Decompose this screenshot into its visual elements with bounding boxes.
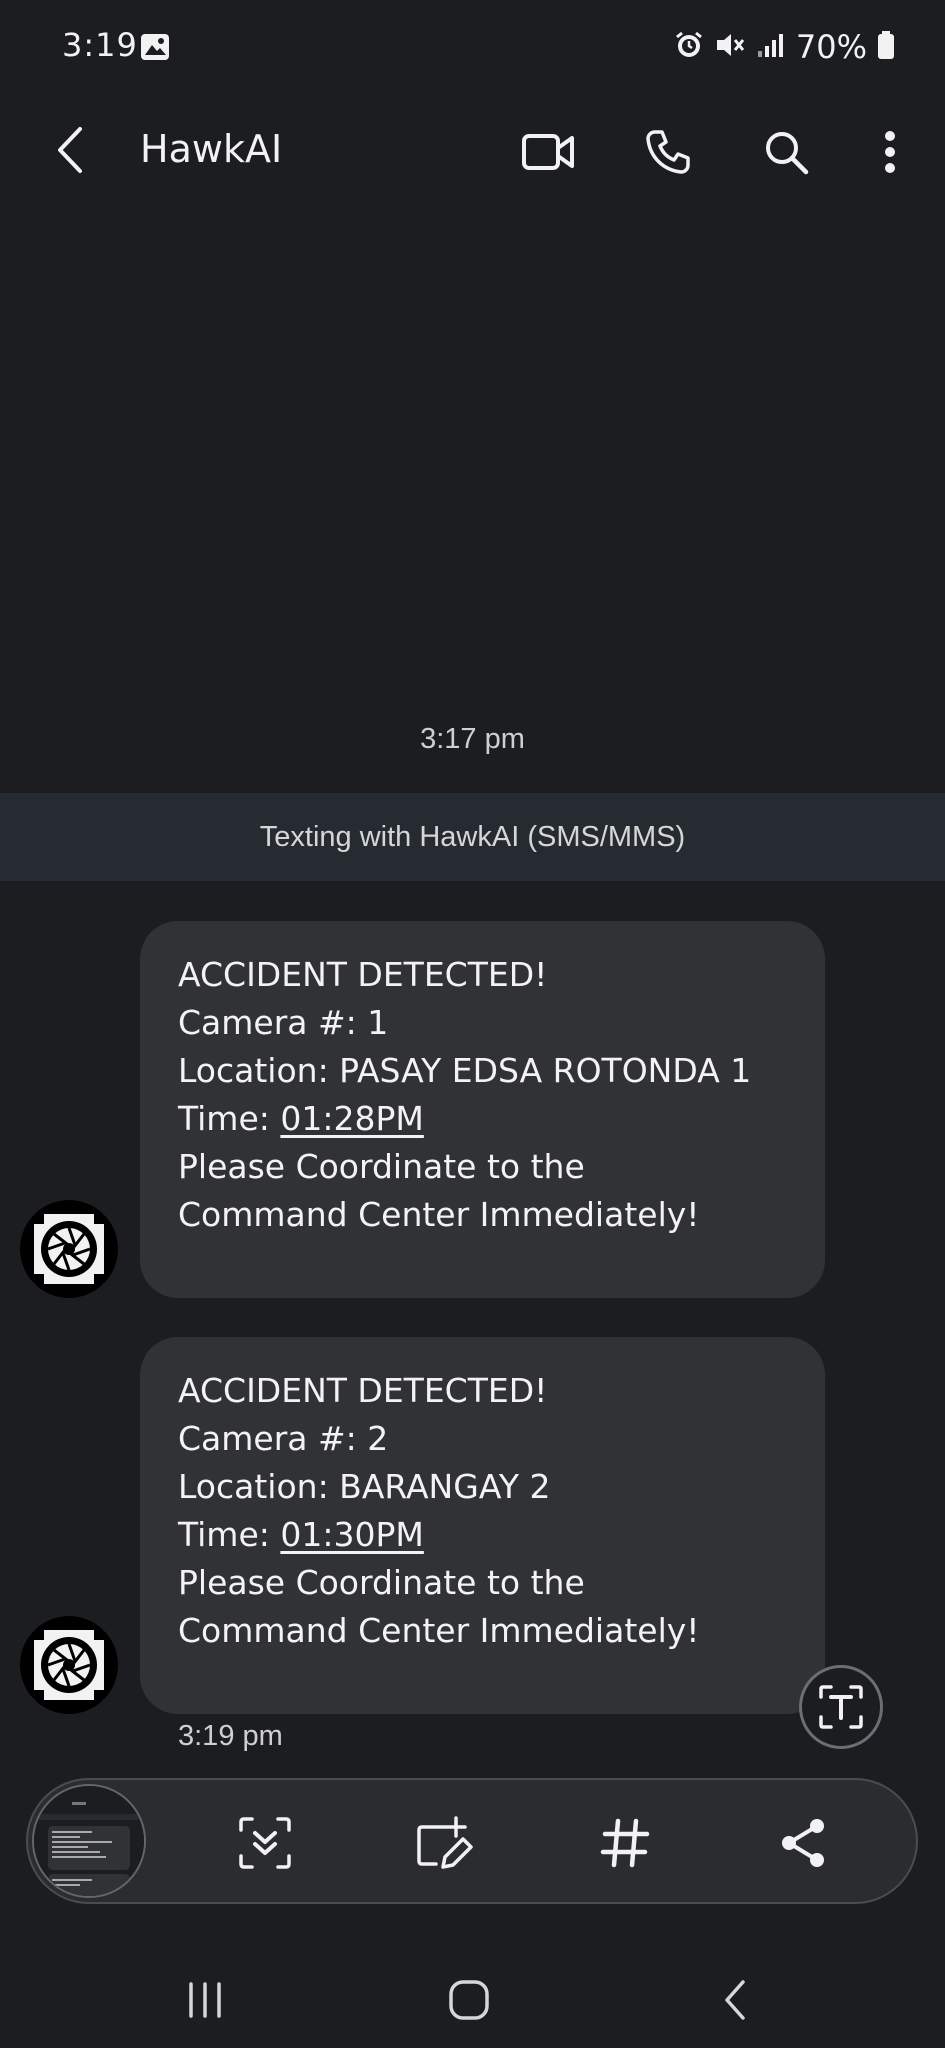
gallery-notification-icon [140,33,170,65]
date-stamp: 3:17 pm [420,723,525,755]
screenshot-toolbar [26,1778,918,1904]
alarm-icon [674,30,704,64]
message-line: Command Center Immediately! [178,1611,700,1650]
time-link[interactable]: 01:30PM [280,1515,423,1554]
back-button[interactable] [40,120,100,180]
back-arrow-icon [58,127,82,173]
battery-icon [877,30,895,64]
status-time: 3:19 [62,26,138,64]
aperture-logo-icon [34,1630,104,1700]
signal-icon [756,31,786,63]
message-line: ACCIDENT DETECTED! [178,1371,548,1410]
search-button[interactable] [754,120,818,184]
message-time-line: Time: 01:30PM [178,1511,785,1559]
status-bar: 3:19 70% [0,0,945,95]
video-call-icon [522,134,574,170]
scroll-capture-icon [239,1817,291,1869]
more-options-button[interactable] [858,120,922,184]
search-icon [766,132,809,175]
share-button[interactable] [768,1808,838,1878]
messages-screen: 3:19 70% HawkAI 3:17 pm Texting with Haw… [0,0,945,2048]
text-extract-button[interactable] [799,1665,883,1749]
message-line: Camera #: 2 [178,1419,389,1458]
phone-icon [646,130,690,174]
video-call-button[interactable] [516,120,580,184]
recent-apps-button[interactable] [170,1970,240,2030]
message-bubble-2[interactable]: ACCIDENT DETECTED! Camera #: 2 Location:… [140,1337,825,1714]
screenshot-preview-image [34,1786,144,1896]
status-right-cluster: 70% [674,28,895,66]
system-back-icon [725,1980,745,2020]
scroll-capture-button[interactable] [230,1808,300,1878]
message-line: Location: PASAY EDSA ROTONDA 1 [178,1051,752,1090]
contact-name: HawkAI [140,127,283,171]
texting-banner: Texting with HawkAI (SMS/MMS) [0,793,945,881]
hashtag-icon [600,1818,650,1868]
message-line: Command Center Immediately! [178,1195,700,1234]
text-extract-icon [819,1685,863,1729]
edit-screenshot-icon [417,1816,473,1869]
message-bubble-1[interactable]: ACCIDENT DETECTED! Camera #: 1 Location:… [140,921,825,1298]
edit-screenshot-button[interactable] [410,1808,480,1878]
screenshot-thumbnail[interactable] [32,1784,146,1898]
recent-apps-icon [189,1982,221,2018]
contact-avatar[interactable] [20,1200,118,1298]
home-button[interactable] [434,1970,504,2030]
system-navigation-bar [0,1950,945,2048]
share-icon [782,1819,824,1867]
home-icon [449,1980,489,2020]
battery-percent: 70% [795,28,867,66]
tag-button[interactable] [590,1808,660,1878]
conversation-app-bar: HawkAI [0,110,945,190]
message-timestamp: 3:19 pm [178,1720,283,1752]
aperture-logo-icon [34,1214,104,1284]
phone-call-button[interactable] [636,120,700,184]
time-label: Time: [178,1099,281,1138]
mute-icon [714,30,746,64]
message-time-line: Time: 01:28PM [178,1095,785,1143]
message-line: Please Coordinate to the [178,1563,585,1602]
time-link[interactable]: 01:28PM [280,1099,423,1138]
message-line: Camera #: 1 [178,1003,389,1042]
more-vertical-icon [885,131,895,173]
contact-avatar[interactable] [20,1616,118,1714]
time-label: Time: [178,1515,281,1554]
message-line: Please Coordinate to the [178,1147,585,1186]
message-line: ACCIDENT DETECTED! [178,955,548,994]
message-line: Location: BARANGAY 2 [178,1467,551,1506]
system-back-button[interactable] [700,1970,770,2030]
